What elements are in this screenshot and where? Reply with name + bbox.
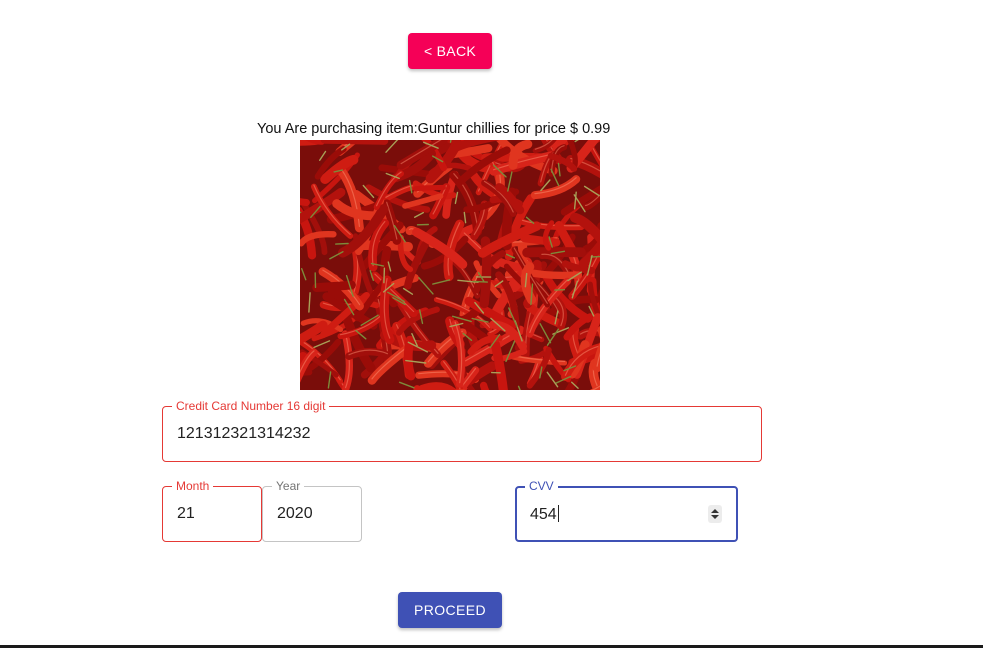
purchase-summary-text: You Are purchasing item:Guntur chillies … [257,121,611,137]
increment-arrow-icon[interactable] [711,509,719,513]
chilli-stem [383,267,386,284]
card-number-field[interactable]: Credit Card Number 16 digit 121312321314… [162,399,762,462]
cvv-stepper[interactable] [708,505,722,523]
year-input[interactable]: 2020 [277,505,313,523]
chilli-shape [521,268,583,280]
decrement-arrow-icon[interactable] [711,515,719,519]
chilli-stem [335,242,349,245]
month-field[interactable]: Month 21 [162,479,262,542]
card-number-input[interactable]: 121312321314232 [177,425,310,443]
chilli-stem [472,280,489,283]
chilli-shape [412,184,446,192]
cvv-label: CVV [525,479,558,493]
year-label: Year [272,479,305,493]
chillies-picture [300,140,600,390]
chilli-shape [520,234,561,247]
cvv-value: 454 [530,506,557,523]
month-input[interactable]: 21 [177,505,195,523]
cvv-input[interactable]: 454 [530,505,559,524]
year-field[interactable]: Year 2020 [262,479,362,542]
chilli-shape [312,280,356,292]
month-label: Month [172,479,214,493]
proceed-button[interactable]: PROCEED [398,592,502,628]
text-cursor [557,505,559,522]
chilli-shape [320,140,389,145]
chilli-shape [418,382,457,390]
back-button[interactable]: < BACK [408,33,492,69]
product-image [300,140,600,390]
card-number-label: Credit Card Number 16 digit [172,399,330,413]
cvv-field[interactable]: CVV 454 [515,479,738,542]
chilli-shape [403,335,416,381]
checkout-page: < BACK You Are purchasing item:Guntur ch… [0,0,983,648]
